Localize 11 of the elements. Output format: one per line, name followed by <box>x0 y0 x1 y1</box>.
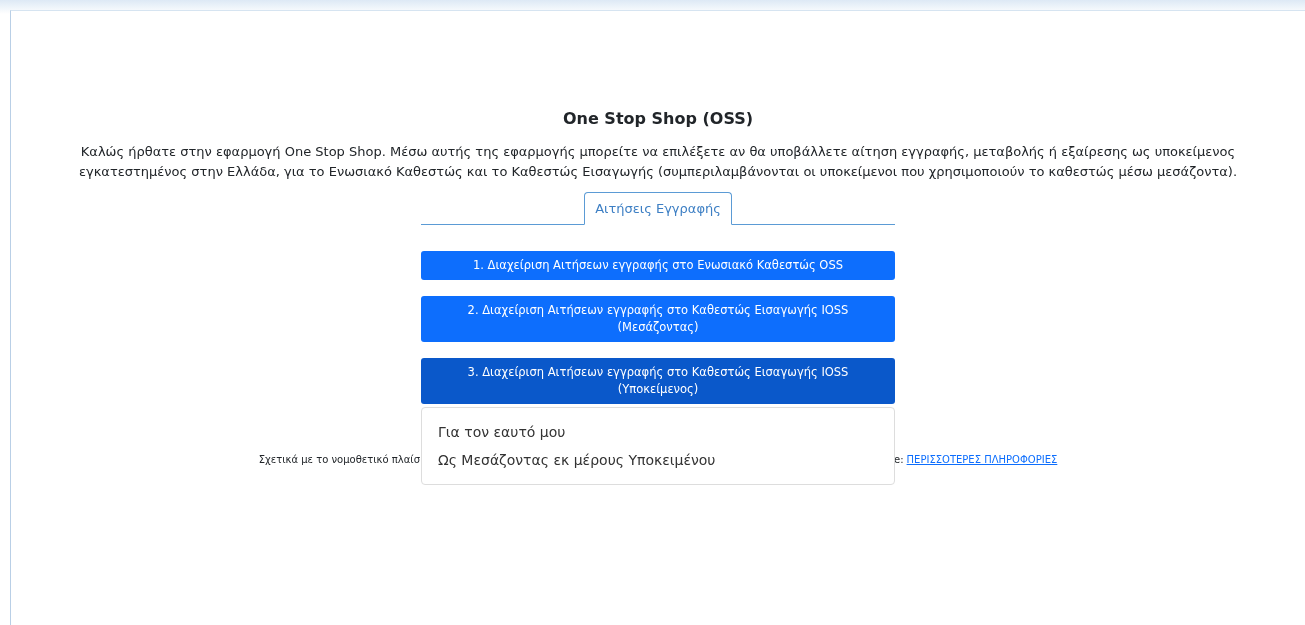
menu-item[interactable]: Για τον εαυτό μου <box>422 418 894 446</box>
intro-paragraph: Καλώς ήρθατε στην εφαρμογή One Stop Shop. Μέσω αυτής της εφαρμογής μπορείτε να επιλέξετε αν θα υποβάλλετε αίτηση εγγραφής, μεταβολής ή εξαίρεσης ως υποκείμενος εγκατεστημένος στην Ελλάδα, για το Ενωσιακό Καθεστώς και το Καθεστώς Εισαγωγής (συμπεριλαμβάνονται οι υποκείμενοι που χρησιμοποιούν το καθεστώς μέσω μεσάζοντα). <box>77 143 1239 181</box>
footer-text: e: <box>894 454 904 465</box>
menu-button[interactable]: 1. Διαχείριση Αιτήσεων εγγραφής στο Ενωσιακό Καθεστώς OSS <box>421 251 895 280</box>
footer-text: Σχετικά με το νομοθετικό πλαίσ <box>258 454 421 465</box>
menu-item[interactable]: Ως Μεσάζοντας εκ μέρους Υποκειμένου <box>422 446 894 474</box>
menu-button[interactable]: 2. Διαχείριση Αιτήσεων εγγραφής στο Καθεστώς Εισαγωγής IOSS (Μεσάζοντας) <box>421 296 895 342</box>
more-info-link[interactable]: ΠΕΡΙΣΣΟΤΕΡΕΣ ΠΛΗΡΟΦΟΡΙΕΣ <box>906 454 1058 465</box>
menu-button[interactable]: 3. Διαχείριση Αιτήσεων εγγραφής στο Καθεστώς Εισαγωγής IOSS (Υποκείμενος) <box>421 358 895 404</box>
page-title: One Stop Shop (OSS) <box>562 109 754 128</box>
tab[interactable]: Αιτήσεις Εγγραφής <box>584 192 732 225</box>
